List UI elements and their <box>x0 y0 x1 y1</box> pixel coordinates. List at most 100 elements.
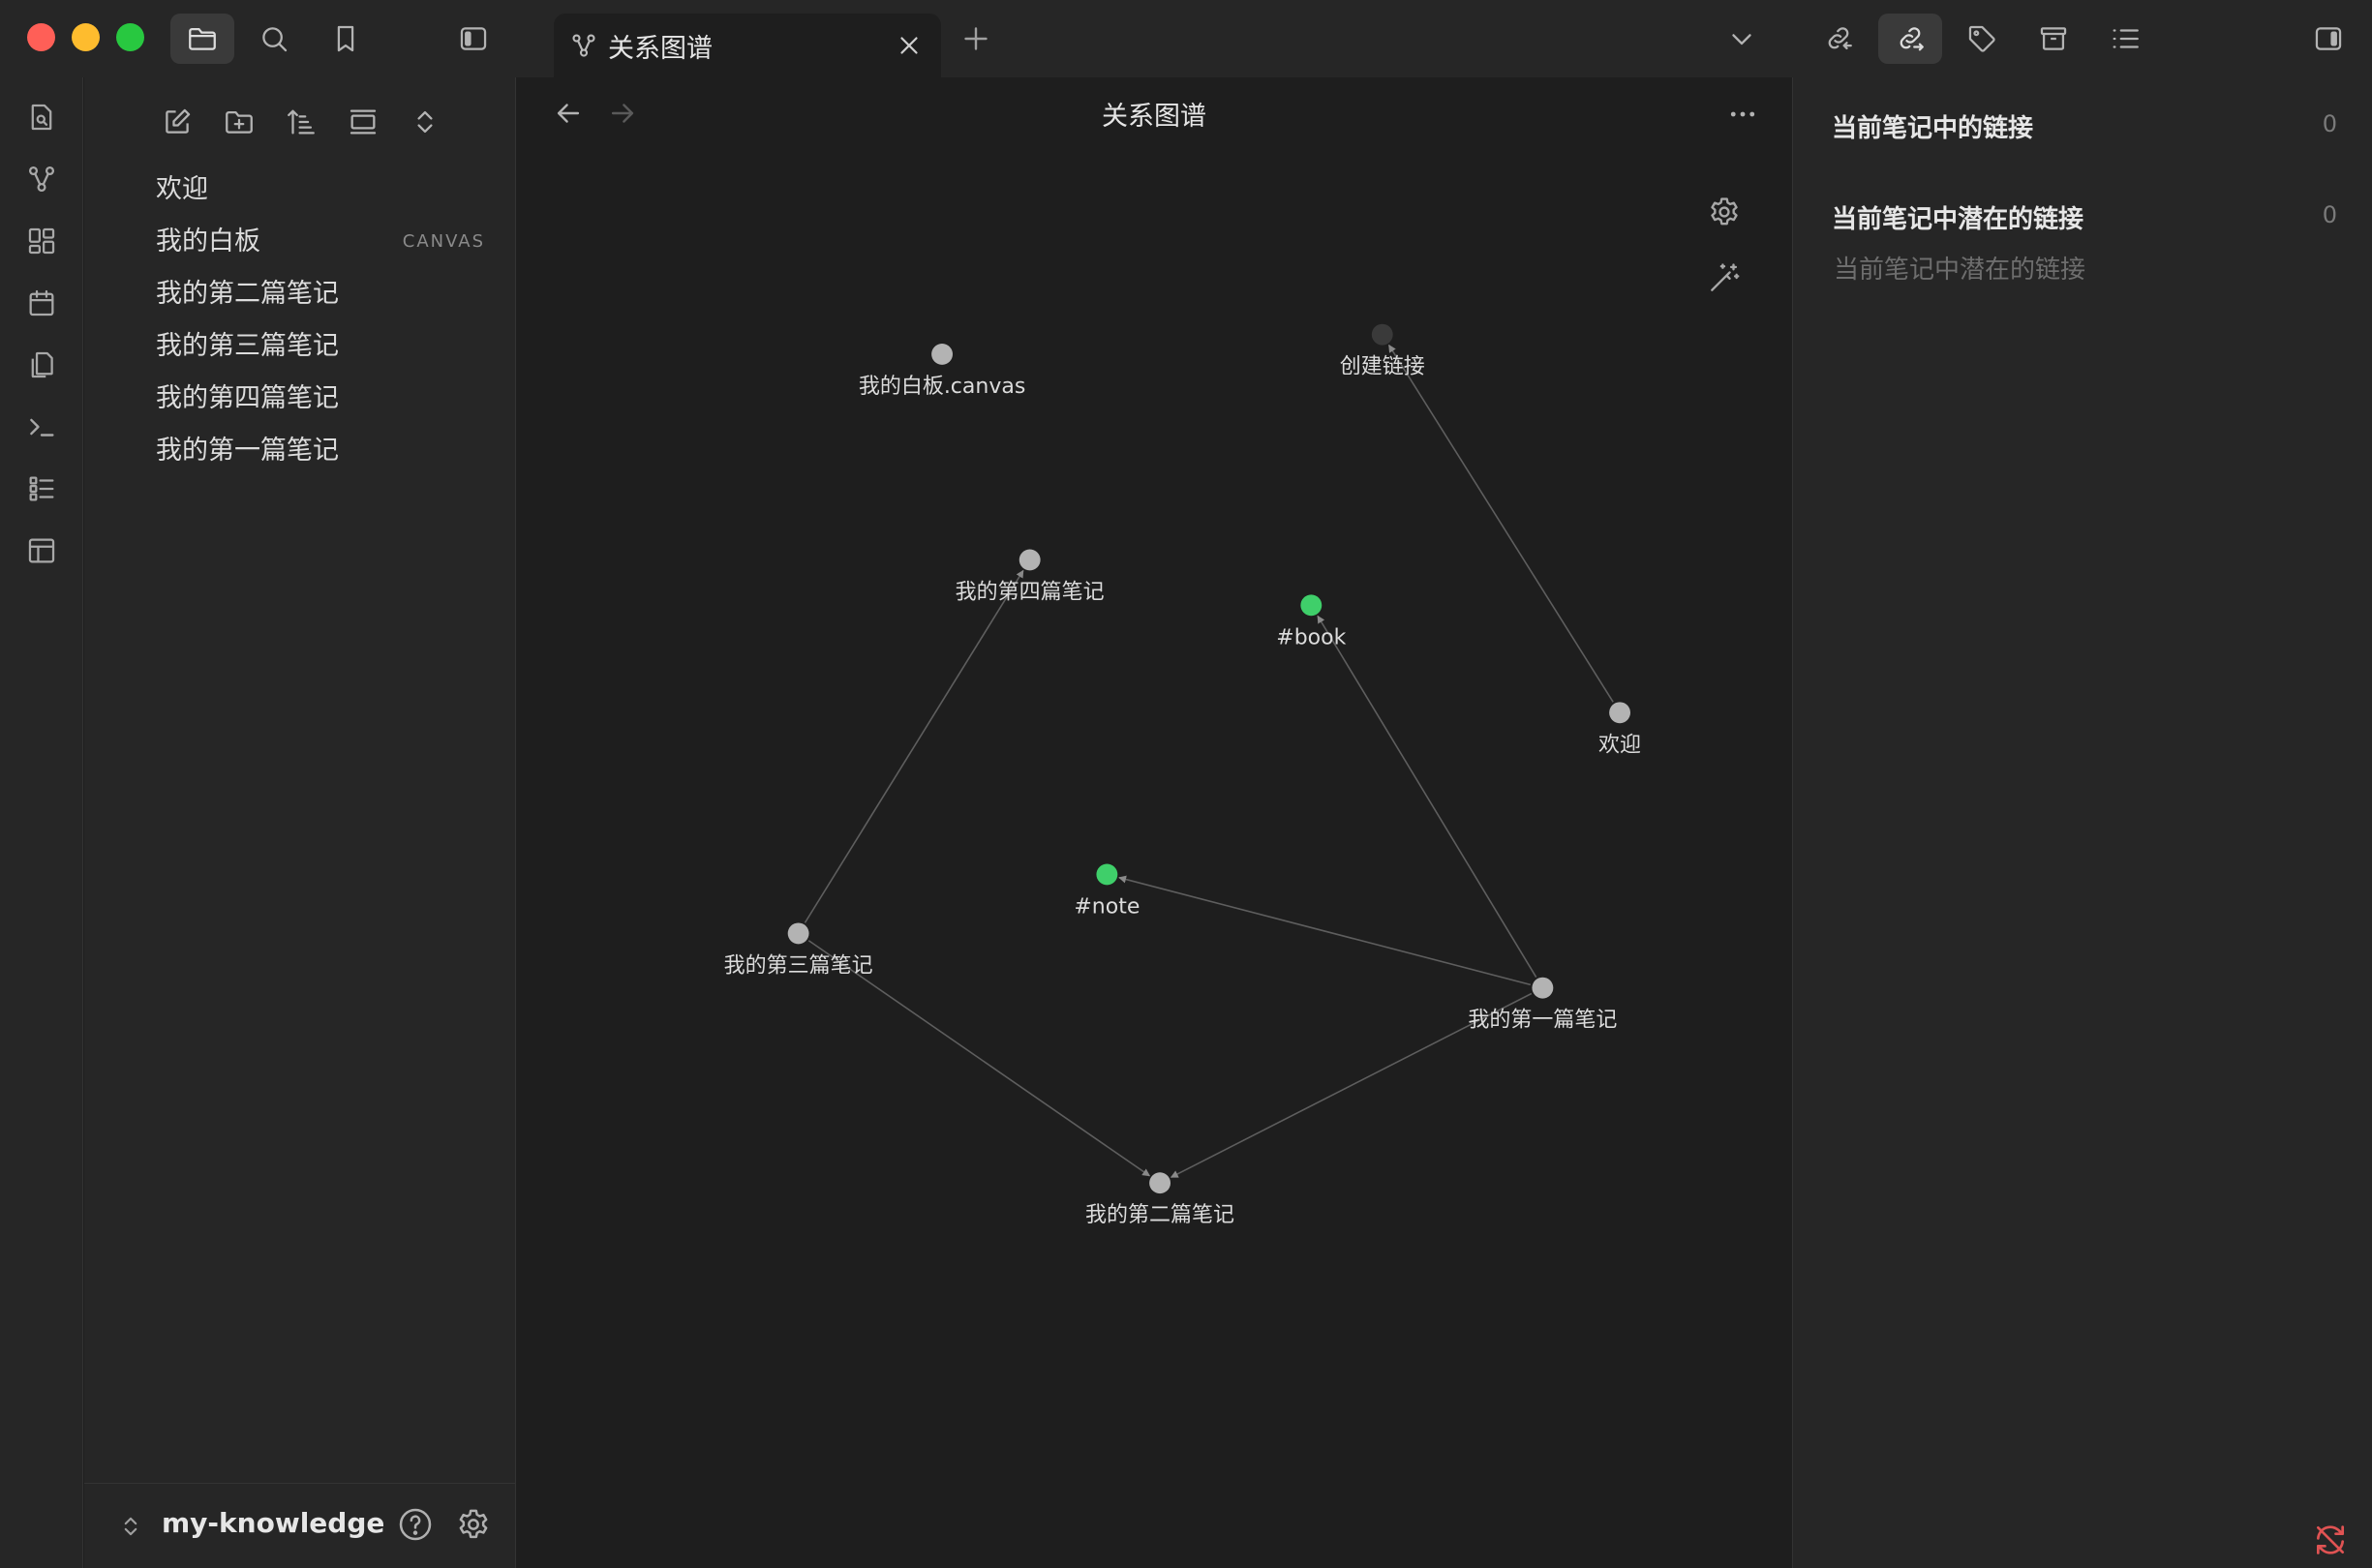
toggle-right-sidebar-button[interactable] <box>2296 14 2360 64</box>
gear-icon[interactable] <box>1706 194 1743 230</box>
graph-node-label: #book <box>1276 625 1346 649</box>
search-icon <box>262 27 288 52</box>
graph-node-dot[interactable] <box>1149 1172 1171 1194</box>
ribbon <box>0 77 83 1568</box>
graph-node-dot[interactable] <box>1371 323 1393 346</box>
outline-button[interactable] <box>2093 14 2157 64</box>
graph-view-icon <box>28 166 55 193</box>
graph-node-label: 我的第三篇笔记 <box>724 953 873 978</box>
toggle-left-sidebar-button[interactable] <box>441 14 505 64</box>
search-button[interactable] <box>242 14 306 64</box>
vault-switcher: my-knowledge <box>84 1483 516 1568</box>
tab-label: 关系图谱 <box>608 34 713 64</box>
archive-button[interactable] <box>2022 14 2085 64</box>
graph-node-dot[interactable] <box>1532 977 1554 999</box>
daily-note-button[interactable] <box>21 283 62 323</box>
graph-icon <box>572 34 595 57</box>
new-folder-button[interactable] <box>214 97 264 147</box>
unlinked-mentions-header[interactable]: 当前笔记中潜在的链接 <box>1832 199 2083 235</box>
graph-node-dot[interactable] <box>931 344 953 365</box>
new-tab-icon[interactable] <box>958 21 993 56</box>
sort-icon <box>288 109 315 135</box>
magic-wand-icon[interactable] <box>1706 259 1743 296</box>
chevrons-up-down-icon <box>417 110 433 134</box>
more-options-icon[interactable] <box>1725 97 1760 132</box>
graph-node[interactable]: 我的白板.canvas <box>859 344 1025 399</box>
file-name: 我的白板 <box>156 226 260 256</box>
chevrons-up-down-icon[interactable] <box>117 1509 144 1544</box>
vault-name[interactable]: my-knowledge <box>162 1507 384 1539</box>
graph-node-label: 欢迎 <box>1598 733 1641 757</box>
file-item-first-note[interactable]: 我的第一篇笔记 <box>113 428 501 474</box>
quick-switcher-button[interactable] <box>21 97 62 137</box>
sort-button[interactable] <box>276 97 326 147</box>
graph-node-dot[interactable] <box>1300 594 1323 617</box>
title-bar: 关系图谱 <box>0 0 2372 77</box>
outgoing-links-count: 0 <box>2322 110 2337 137</box>
file-explorer: 欢迎 我的白板 CANVAS 我的第二篇笔记 我的第三篇笔记 我的第四篇笔记 我… <box>84 77 516 1568</box>
maximize-window-button[interactable] <box>116 23 144 51</box>
graph-edge <box>1118 875 1532 986</box>
backlinks-button[interactable] <box>1807 14 1870 64</box>
graph-view: 我的白板.canvas 创建链接我的第四篇笔记 #book 欢迎 #note 我的第三篇笔… <box>517 77 1791 1568</box>
right-sidebar: 当前笔记中的链接 0 当前笔记中潜在的链接 0 当前笔记中潜在的链接 <box>1792 77 2372 1568</box>
file-item-third-note[interactable]: 我的第三篇笔记 <box>113 323 501 370</box>
file-explorer-button[interactable] <box>170 14 234 64</box>
gear-icon[interactable] <box>454 1505 493 1544</box>
file-item-second-note[interactable]: 我的第二篇笔记 <box>113 271 501 317</box>
outline-icon <box>2113 29 2139 48</box>
file-name: 我的第一篇笔记 <box>156 436 339 466</box>
graph-node-label: 我的白板.canvas <box>859 375 1025 399</box>
unlinked-mentions-empty: 当前笔记中潜在的链接 <box>1834 256 2086 285</box>
auto-reveal-button[interactable] <box>338 97 388 147</box>
help-icon[interactable] <box>396 1505 435 1544</box>
folder-icon <box>189 27 216 50</box>
graph-node[interactable]: 欢迎 <box>1598 702 1641 757</box>
graph-nodes: 我的白板.canvas 创建链接我的第四篇笔记 #book 欢迎 #note 我的第三篇笔… <box>724 323 1641 1227</box>
graph-node-dot[interactable] <box>787 922 809 945</box>
file-item-canvas[interactable]: 我的白板 CANVAS <box>113 219 501 265</box>
file-item-fourth-note[interactable]: 我的第四篇笔记 <box>113 376 501 422</box>
graph-node-label: 创建链接 <box>1340 355 1425 379</box>
graph-node-dot[interactable] <box>1019 549 1041 571</box>
canvas-button[interactable] <box>21 221 62 261</box>
new-note-button[interactable] <box>152 97 202 147</box>
tags-button[interactable] <box>1950 14 2014 64</box>
file-name: 我的第三篇笔记 <box>156 331 339 361</box>
graph-node-dot[interactable] <box>1096 863 1118 886</box>
close-icon[interactable] <box>895 31 924 60</box>
graph-node[interactable]: 我的第四篇笔记 <box>956 549 1105 605</box>
command-palette-icon <box>30 418 54 437</box>
outgoing-links-button[interactable] <box>1878 14 1942 64</box>
graph-edge <box>804 569 1024 923</box>
graph-node[interactable]: 我的第三篇笔记 <box>724 922 873 978</box>
sidebar-left-icon <box>460 27 487 50</box>
graph-node[interactable]: #book <box>1276 594 1347 649</box>
file-item-welcome[interactable]: 欢迎 <box>113 166 501 213</box>
close-window-button[interactable] <box>27 23 55 51</box>
tab-list-button[interactable] <box>1710 14 1774 64</box>
graph-canvas[interactable]: 我的白板.canvas 创建链接我的第四篇笔记 #book 欢迎 #note 我的第三篇笔… <box>517 77 1791 1568</box>
layout-button[interactable] <box>21 530 62 571</box>
command-palette-button[interactable] <box>21 407 62 447</box>
view-title: 关系图谱 <box>1102 102 1206 132</box>
outline-view-button[interactable] <box>21 468 62 509</box>
graph-edges <box>804 344 1614 1179</box>
tab-graph-view[interactable]: 关系图谱 <box>554 14 941 77</box>
outgoing-links-header[interactable]: 当前笔记中的链接 <box>1832 108 2033 144</box>
new-note-icon <box>166 108 191 134</box>
graph-node-dot[interactable] <box>1609 702 1630 724</box>
collapse-all-button[interactable] <box>400 97 450 147</box>
graph-node[interactable]: 创建链接 <box>1340 323 1425 379</box>
graph-node[interactable]: 我的第一篇笔记 <box>1468 977 1617 1033</box>
templates-button[interactable] <box>21 345 62 385</box>
graph-node[interactable]: 我的第二篇笔记 <box>1085 1172 1234 1227</box>
graph-view-button[interactable] <box>21 159 62 199</box>
quick-switcher-icon <box>31 104 52 131</box>
unlinked-mentions-count: 0 <box>2322 201 2337 228</box>
graph-node[interactable]: #note <box>1074 863 1140 920</box>
minimize-window-button[interactable] <box>72 23 100 51</box>
bookmarks-button[interactable] <box>314 14 378 64</box>
templates-icon <box>31 351 53 378</box>
sync-disabled-icon[interactable] <box>2312 1522 2349 1558</box>
